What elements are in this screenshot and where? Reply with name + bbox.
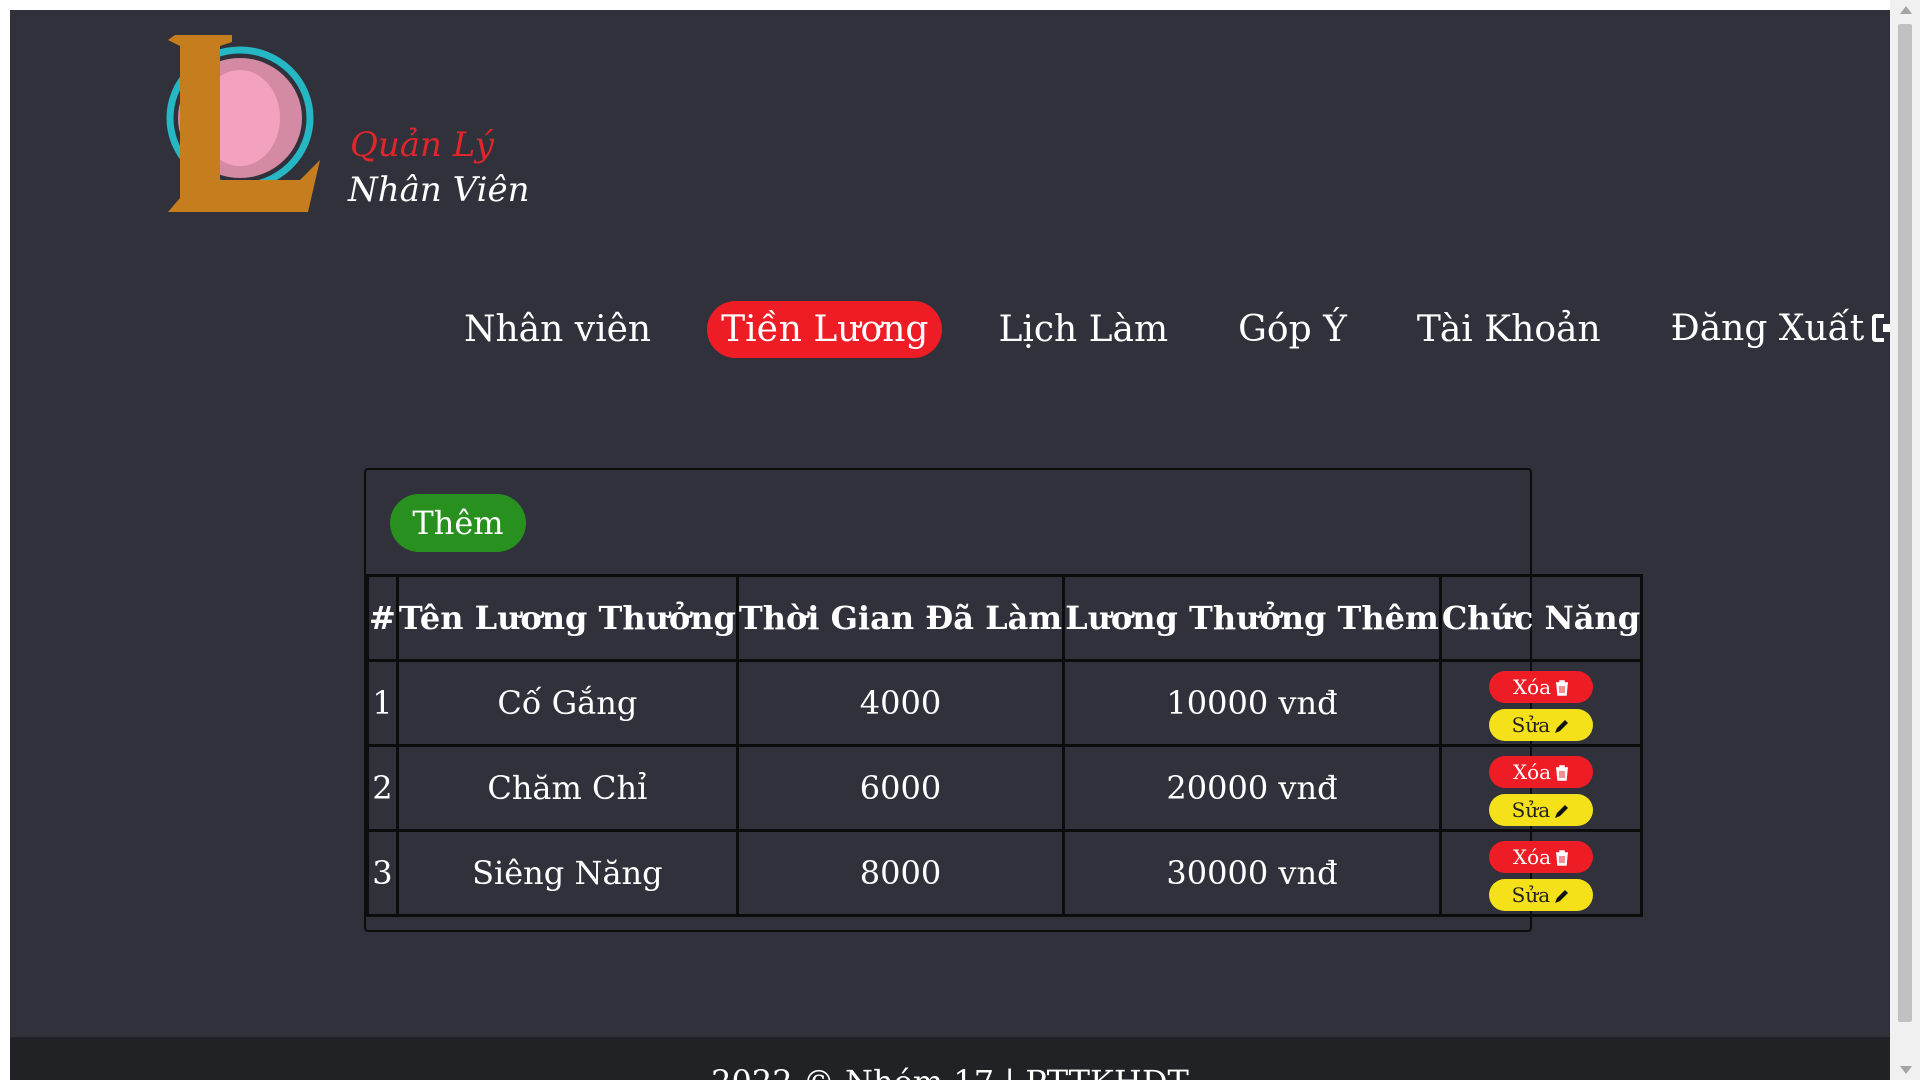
table-row: 2 Chăm Chỉ 6000 20000 vnđ Xóa Sửa	[366, 744, 1644, 832]
trash-icon	[1556, 680, 1569, 696]
sign-out-icon	[1872, 311, 1890, 352]
cell-bonus: 20000 vnđ	[1062, 744, 1442, 832]
vertical-scrollbar[interactable]	[1890, 0, 1920, 1080]
cell-time: 8000	[735, 829, 1066, 917]
delete-button[interactable]: Xóa	[1488, 755, 1593, 788]
trash-icon	[1556, 850, 1569, 866]
edit-button[interactable]: Sửa	[1488, 878, 1593, 911]
logo-title-line1: Quản Lý	[350, 125, 494, 165]
edit-label: Sửa	[1511, 797, 1551, 822]
table-header-row: # Tên Lương Thưởng Thời Gian Đã Làm Lươn…	[366, 574, 1644, 662]
nav-item-employees[interactable]: Nhân viên	[450, 301, 665, 358]
pencil-icon	[1555, 890, 1569, 903]
nav-item-schedule[interactable]: Lịch Làm	[984, 301, 1182, 358]
header-name: Tên Lương Thưởng	[395, 574, 739, 662]
cell-name: Siêng Năng	[395, 829, 739, 917]
cell-actions: Xóa Sửa	[1438, 659, 1644, 747]
delete-label: Xóa	[1512, 844, 1552, 869]
add-button[interactable]: Thêm	[390, 494, 526, 552]
header-actions: Chức Năng	[1438, 574, 1644, 662]
edit-label: Sửa	[1511, 712, 1551, 737]
page-viewport: Quản Lý Nhân Viên Nhân viên Tiền Lương L…	[10, 10, 1890, 1080]
cell-index: 1	[366, 659, 399, 747]
nav-item-logout[interactable]: Đăng Xuất	[1657, 300, 1890, 360]
cell-name: Cố Gắng	[395, 659, 739, 747]
logo-title-line2: Nhân Viên	[348, 170, 530, 210]
edit-button[interactable]: Sửa	[1488, 793, 1593, 826]
delete-button[interactable]: Xóa	[1488, 670, 1593, 703]
logo-emblem-icon	[166, 35, 320, 212]
cell-index: 2	[366, 744, 399, 832]
scrollbar-thumb[interactable]	[1898, 24, 1912, 1022]
cell-name: Chăm Chỉ	[395, 744, 739, 832]
header-time: Thời Gian Đã Làm	[735, 574, 1066, 662]
nav-item-account[interactable]: Tài Khoản	[1403, 301, 1615, 358]
pencil-icon	[1555, 720, 1569, 733]
table-row: 3 Siêng Năng 8000 30000 vnđ Xóa Sửa	[366, 829, 1644, 917]
nav-item-salary[interactable]: Tiền Lương	[707, 301, 943, 359]
cell-actions: Xóa Sửa	[1438, 744, 1644, 832]
cell-actions: Xóa Sửa	[1438, 829, 1644, 917]
edit-button[interactable]: Sửa	[1488, 708, 1593, 741]
cell-time: 4000	[735, 659, 1066, 747]
salary-table: # Tên Lương Thưởng Thời Gian Đã Làm Lươn…	[366, 574, 1644, 917]
cell-time: 6000	[735, 744, 1066, 832]
cell-index: 3	[366, 829, 399, 917]
table-row: 1 Cố Gắng 4000 10000 vnđ Xóa Sửa	[366, 659, 1644, 747]
header-index: #	[366, 574, 399, 662]
trash-icon	[1556, 765, 1569, 781]
footer-text: 2022 © Nhóm 17 | PTTKHDT	[10, 1063, 1890, 1080]
scroll-down-icon[interactable]	[1900, 1066, 1912, 1074]
delete-label: Xóa	[1512, 674, 1552, 699]
nav-item-feedback[interactable]: Góp Ý	[1224, 301, 1361, 358]
delete-button[interactable]: Xóa	[1488, 840, 1593, 873]
pencil-icon	[1555, 805, 1569, 818]
header-bonus: Lương Thưởng Thêm	[1062, 574, 1442, 662]
logout-label: Đăng Xuất	[1670, 308, 1865, 349]
delete-label: Xóa	[1512, 759, 1552, 784]
main-nav: Nhân viên Tiền Lương Lịch Làm Góp Ý Tài …	[450, 300, 1890, 360]
salary-card: Thêm # Tên Lương Thưởng Thời Gian Đã Làm…	[364, 468, 1644, 932]
site-logo[interactable]: Quản Lý Nhân Viên	[150, 20, 529, 220]
scroll-up-icon[interactable]	[1900, 6, 1912, 14]
cell-bonus: 30000 vnđ	[1062, 829, 1442, 917]
cell-bonus: 10000 vnđ	[1062, 659, 1442, 747]
footer: 2022 © Nhóm 17 | PTTKHDT	[10, 1037, 1890, 1080]
edit-label: Sửa	[1511, 882, 1551, 907]
